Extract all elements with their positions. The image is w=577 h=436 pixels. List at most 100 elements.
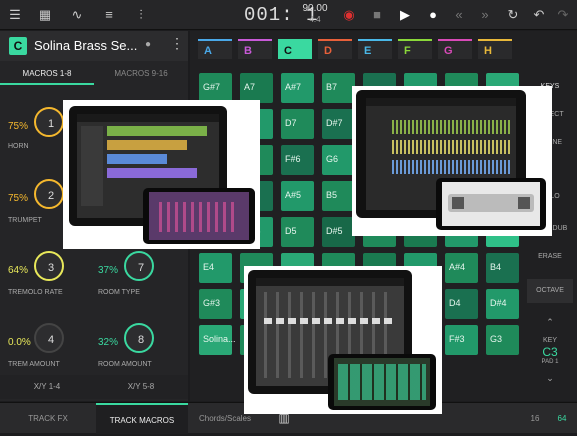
note-pad[interactable]: D#5 [322, 217, 355, 247]
tab-track-fx[interactable]: TRACK FX [0, 403, 96, 434]
note-pad[interactable]: F#3 [445, 325, 478, 355]
track-tab-h[interactable]: H [478, 39, 512, 59]
transport-bar: ☰ ▦ ∿ ≡ ⫶ 001: 1 90.00 4.4 ◉ ■ ▶ ● « » ↻… [0, 0, 577, 30]
chevron-down-icon[interactable]: ⌄ [527, 373, 573, 384]
macro-number: 7 [137, 262, 145, 274]
tab-macros-1-8[interactable]: MACROS 1-8 [0, 63, 94, 85]
macro-number: 4 [47, 334, 55, 346]
macro-knob[interactable]: 7 [124, 251, 154, 281]
macro-number: 2 [47, 190, 55, 202]
note-pad[interactable]: E4 [199, 253, 232, 283]
list-icon[interactable]: ≡ [100, 6, 118, 24]
tab-xy-5-8[interactable]: X/Y 5-8 [94, 375, 188, 399]
track-letter-badge[interactable]: C [9, 37, 27, 55]
macro-label: TREMOLO RATE [8, 289, 63, 296]
track-name[interactable]: Solina Brass Se... [34, 38, 137, 53]
macro-knob[interactable]: 1 [34, 107, 64, 137]
macro-value: 75% [8, 121, 29, 132]
chevron-up-icon[interactable]: ⌃ [527, 317, 573, 328]
tempo-value: 90.00 [302, 3, 328, 14]
waveform-icon[interactable]: ∿ [68, 6, 86, 24]
track-tab-a[interactable]: A [198, 39, 232, 59]
macro-value: 32% [98, 337, 119, 348]
redo-icon[interactable]: ↷ [554, 6, 572, 24]
mixer-icon[interactable]: ⫶ [132, 6, 150, 24]
note-pad[interactable]: D#4 [486, 289, 519, 319]
key-value: C3 [542, 345, 558, 359]
macro-4[interactable]: 0.0% 4 TREM AMOUNT [0, 311, 94, 368]
device-photo-1 [63, 100, 260, 249]
octave-button[interactable]: OCTAVE [527, 279, 573, 303]
note-pad[interactable]: D#7 [322, 109, 355, 139]
record-icon[interactable]: ◉ [340, 6, 358, 24]
track-tab-g[interactable]: G [438, 39, 472, 59]
macro-number: 1 [47, 118, 55, 130]
note-pad[interactable]: A#7 [281, 73, 314, 103]
menu-icon[interactable]: ☰ [6, 6, 24, 24]
note-pad[interactable]: F#6 [281, 145, 314, 175]
macro-value: 64% [8, 265, 29, 276]
device-photo-2 [352, 86, 552, 236]
macro-tabs: MACROS 1-8 MACROS 9-16 [0, 63, 188, 85]
key-sub: PAD 1 [541, 359, 559, 365]
tab-xy-1-4[interactable]: X/Y 1-4 [0, 375, 94, 399]
macro-label: ROOM AMOUNT [98, 361, 152, 368]
count-16[interactable]: 16 [524, 403, 546, 434]
time-signature: 4.4 [309, 15, 321, 24]
stop-icon[interactable]: ■ [368, 6, 386, 24]
undo-icon[interactable]: ↶ [530, 6, 548, 24]
track-tab-b[interactable]: B [238, 39, 272, 59]
key-label: KEY [542, 337, 557, 344]
more-options-icon[interactable]: ⋮ [170, 35, 184, 52]
grid-icon[interactable]: ▦ [36, 6, 54, 24]
note-pad[interactable]: D5 [281, 217, 314, 247]
macro-8[interactable]: 32% 8 ROOM AMOUNT [94, 311, 188, 368]
note-pad[interactable]: B4 [486, 253, 519, 283]
note-pad[interactable]: D7 [281, 109, 314, 139]
note-pad[interactable]: G#3 [199, 289, 232, 319]
tab-macros-9-16[interactable]: MACROS 9-16 [94, 63, 188, 85]
macro-7[interactable]: 37% 7 ROOM TYPE [94, 243, 188, 299]
note-pad[interactable]: G#7 [199, 73, 232, 103]
tempo-display[interactable]: 90.00 4.4 [298, 3, 332, 25]
phone-image [328, 354, 436, 410]
note-pad[interactable]: A7 [240, 73, 273, 103]
tab-track-macros[interactable]: TRACK MACROS [96, 403, 188, 434]
macro-number: 3 [47, 262, 55, 274]
track-tab-f[interactable]: F [398, 39, 432, 59]
track-tab-d[interactable]: D [318, 39, 352, 59]
note-pad[interactable]: G3 [486, 325, 519, 355]
device-photo-3 [244, 266, 442, 414]
track-tab-e[interactable]: E [358, 39, 392, 59]
note-pad[interactable]: G6 [322, 145, 355, 175]
erase-button[interactable]: ERASE [527, 253, 573, 260]
note-pad[interactable]: A#4 [445, 253, 478, 283]
macro-knob[interactable]: 2 [34, 179, 64, 209]
note-pad[interactable]: A#5 [281, 181, 314, 211]
note-pad[interactable]: D4 [445, 289, 478, 319]
loop-icon[interactable]: ↻ [504, 6, 522, 24]
macro-value: 37% [98, 265, 119, 276]
macro-label: HORN [8, 143, 29, 150]
macro-label: TRUMPET [8, 217, 42, 224]
dot-icon[interactable]: ● [424, 6, 442, 24]
note-pad[interactable]: Solina... [199, 325, 236, 355]
phone-image [143, 188, 255, 244]
play-icon[interactable]: ▶ [396, 6, 414, 24]
track-tab-c[interactable]: C [278, 39, 312, 59]
macro-knob[interactable]: 3 [34, 251, 64, 281]
macro-value: 75% [8, 193, 29, 204]
forward-icon[interactable]: » [476, 6, 494, 24]
macro-number: 8 [137, 334, 145, 346]
note-pad[interactable]: B5 [322, 181, 355, 211]
lock-icon[interactable]: ● [145, 39, 151, 50]
macro-knob[interactable]: 8 [124, 323, 154, 353]
track-header: C Solina Brass Se... ● ⋮ [0, 31, 188, 61]
rewind-icon[interactable]: « [450, 6, 468, 24]
macro-knob[interactable]: 4 [34, 323, 64, 353]
macro-3[interactable]: 64% 3 TREMOLO RATE [0, 243, 94, 299]
count-64[interactable]: 64 [550, 403, 574, 434]
macro-value: 0.0% [8, 337, 31, 348]
macro-label: ROOM TYPE [98, 289, 140, 296]
note-pad[interactable]: B7 [322, 73, 355, 103]
